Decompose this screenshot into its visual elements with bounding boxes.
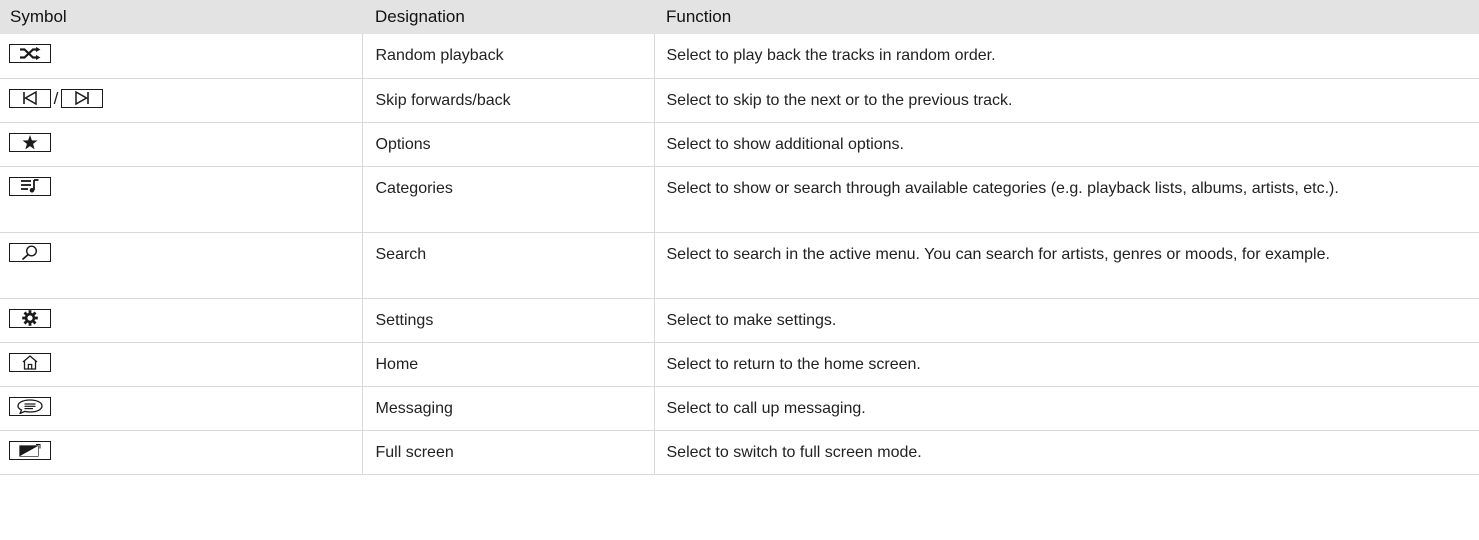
shuffle-icon: [9, 44, 51, 63]
function-cell: Select to show additional options.: [653, 122, 1479, 167]
designation-cell: Messaging: [361, 386, 654, 431]
symbol-cell: [0, 166, 362, 233]
table-header-row: Symbol Designation Function: [0, 0, 1479, 34]
function-cell: Select to return to the home screen.: [653, 342, 1479, 387]
symbol-cell: [0, 386, 362, 431]
table-row: Categories Select to show or search thro…: [0, 166, 1479, 233]
function-cell: Select to show or search through availab…: [653, 166, 1479, 233]
fullscreen-icon: [9, 440, 51, 460]
symbol-cell: [0, 122, 362, 167]
function-cell: Select to call up messaging.: [653, 386, 1479, 431]
home-icon: [9, 352, 51, 372]
designation-cell: Categories: [361, 166, 654, 233]
table-row: Settings Select to make settings.: [0, 298, 1479, 343]
designation-cell: Skip forwards/back: [361, 78, 654, 123]
header-function: Function: [666, 7, 732, 26]
table-row: Home Select to return to the home screen…: [0, 342, 1479, 387]
symbol-cell: /: [0, 78, 362, 123]
table-row: Full screen Select to switch to full scr…: [0, 430, 1479, 475]
playlist-icon: [9, 176, 51, 196]
designation-cell: Search: [361, 232, 654, 299]
star-icon: [9, 132, 51, 152]
designation-cell: Settings: [361, 298, 654, 343]
designation-cell: Home: [361, 342, 654, 387]
search-icon: [9, 242, 51, 262]
function-cell: Select to search in the active menu. You…: [653, 232, 1479, 299]
table-row: Random playback Select to play back the …: [0, 34, 1479, 79]
function-cell: Select to make settings.: [653, 298, 1479, 343]
table-row: Search Select to search in the active me…: [0, 232, 1479, 299]
header-symbol: Symbol: [10, 7, 67, 26]
function-cell: Select to switch to full screen mode.: [653, 430, 1479, 475]
symbol-cell: [0, 232, 362, 299]
skip-forward-icon: [61, 88, 103, 108]
symbol-legend-table: Symbol Designation Function Random playb…: [0, 0, 1479, 475]
symbol-cell: [0, 298, 362, 343]
skip-separator: /: [53, 88, 59, 108]
function-cell: Select to skip to the next or to the pre…: [653, 78, 1479, 123]
symbol-cell: [0, 342, 362, 387]
symbol-cell: [0, 430, 362, 475]
table-row: Options Select to show additional option…: [0, 122, 1479, 167]
designation-cell: Options: [361, 122, 654, 167]
table-row: / Skip forwards/back Select to skip to t…: [0, 78, 1479, 123]
designation-cell: Random playback: [361, 34, 654, 79]
skip-back-icon: [9, 88, 51, 108]
table-row: Messaging Select to call up messaging.: [0, 386, 1479, 431]
gear-icon: [9, 308, 51, 328]
function-cell: Select to play back the tracks in random…: [653, 34, 1479, 79]
designation-cell: Full screen: [361, 430, 654, 475]
symbol-cell: [0, 34, 362, 79]
header-designation: Designation: [375, 7, 465, 26]
message-icon: [9, 396, 51, 416]
